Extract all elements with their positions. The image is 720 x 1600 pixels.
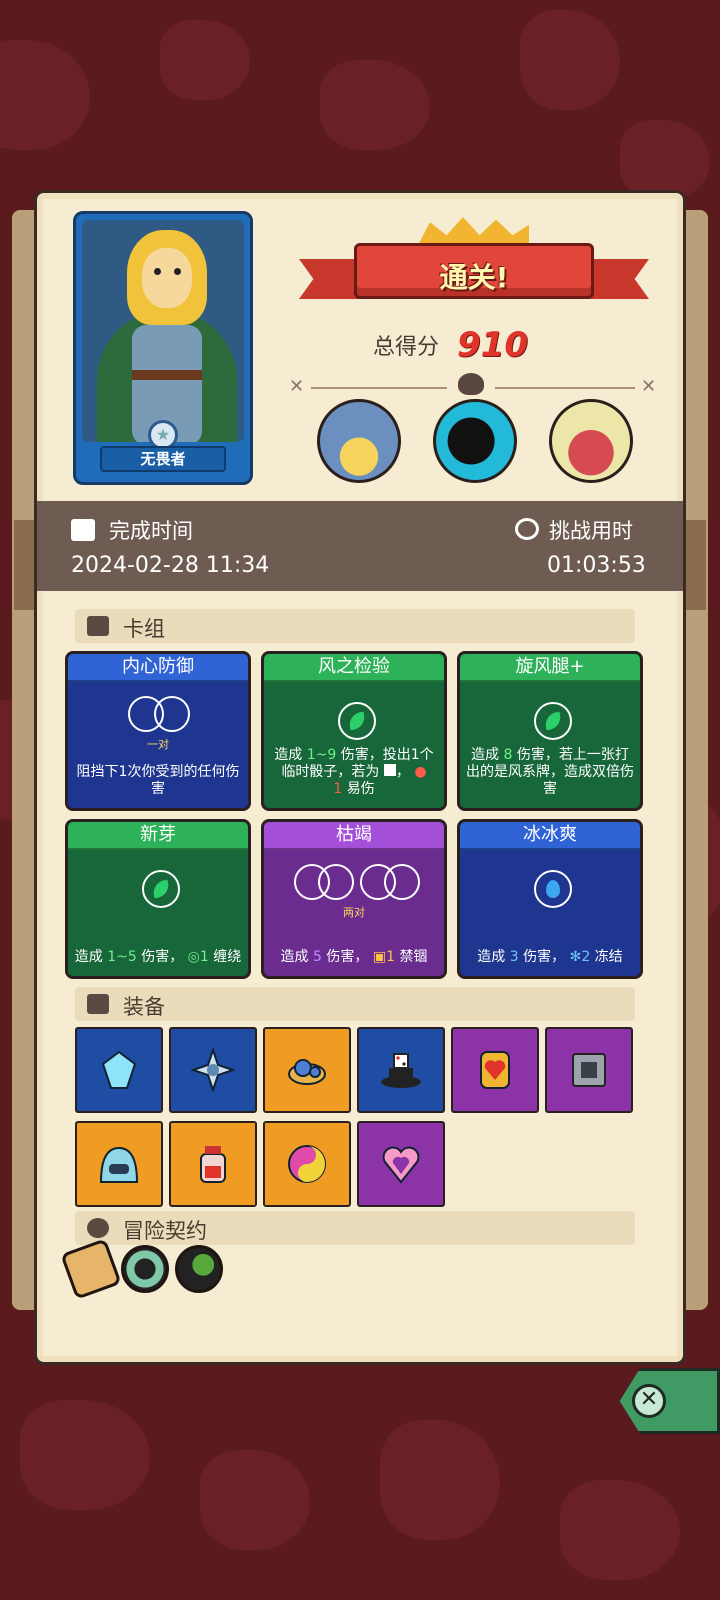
wind-element-icon — [338, 702, 376, 740]
card-description: 造成 8 伤害，若上一张打出的是风系牌，造成双倍伤害 — [466, 747, 634, 797]
result-panel: ★ 无畏者 通关! 总得分 910 ✕ ✕ 完成时间 2024-02-28 11… — [34, 190, 686, 1365]
total-score: 总得分 910 — [373, 325, 528, 365]
cube-trap-icon[interactable] — [545, 1027, 633, 1113]
hero-portrait: ★ 无畏者 — [73, 211, 253, 485]
card-icy-cool[interactable]: 冰冰爽 造成 3 伤害， ✻2 冻结 — [457, 819, 643, 979]
vulnerable-icon: ● — [414, 764, 427, 780]
potion-jar-icon[interactable] — [169, 1121, 257, 1207]
contract-header: 冒险契约 — [75, 1211, 635, 1245]
defeated-boss-3[interactable] — [549, 399, 633, 483]
ice-slime-icon[interactable] — [75, 1121, 163, 1207]
ring-icon — [318, 864, 354, 900]
card-title: 冰冰爽 — [460, 822, 640, 850]
elapsed-time-label: 挑战用时 — [549, 519, 633, 543]
card-title: 风之检验 — [264, 654, 444, 682]
score-value: 910 — [457, 325, 528, 365]
crossed-swords-icon: ✕ — [289, 376, 305, 397]
card-description: 造成 5 伤害， ▣1 禁锢 — [280, 949, 428, 965]
victory-banner: 通关! — [299, 217, 649, 313]
box-icon — [87, 994, 109, 1014]
card-inner-defense[interactable]: 内心防御 一对 阻挡下1次你受到的任何伤害 — [65, 651, 251, 811]
elapsed-time-value: 01:03:53 — [547, 553, 646, 578]
defeated-boss-1[interactable] — [317, 399, 401, 483]
snowflake-icon: ✻ — [569, 949, 582, 965]
ring-contract-icon[interactable] — [121, 1245, 169, 1293]
complete-time-value: 2024-02-28 11:34 — [71, 553, 270, 578]
deck-header: 卡组 — [75, 609, 635, 643]
entangle-icon: ◎ — [187, 949, 200, 965]
skull-icon — [458, 373, 484, 395]
card-title: 旋风腿+ — [460, 654, 640, 682]
card-art-label: 一对 — [147, 738, 169, 751]
lock-icon: ▣ — [372, 949, 387, 965]
deck-title: 卡组 — [123, 617, 165, 641]
card-title: 枯竭 — [264, 822, 444, 850]
card-wind-test[interactable]: 风之检验 造成 1~9 伤害，投出1个临时骰子，若为 ， ● 1 易伤 — [261, 651, 447, 811]
yin-yang-orb-icon[interactable] — [263, 1121, 351, 1207]
hero-name: 无畏者 — [100, 446, 226, 472]
crossed-swords-icon: ✕ — [641, 376, 657, 397]
heart-amulet-icon[interactable] — [357, 1121, 445, 1207]
wind-element-icon — [142, 870, 180, 908]
complete-time-label: 完成时间 — [109, 519, 193, 543]
calendar-icon — [71, 519, 95, 541]
card-sprout[interactable]: 新芽 造成 1~5 伤害， ◎1 缠绕 — [65, 819, 251, 979]
card-description: 造成 3 伤害， ✻2 冻结 — [477, 949, 623, 965]
card-exhaust[interactable]: 枯竭 两对 造成 5 伤害， ▣1 禁锢 — [261, 819, 447, 979]
stopwatch-icon — [515, 518, 539, 540]
card-description: 造成 1~9 伤害，投出1个临时骰子，若为 ， ● 1 易伤 — [274, 747, 434, 797]
card-whirlwind-kick[interactable]: 旋风腿+ 造成 8 伤害，若上一张打出的是风系牌，造成双倍伤害 — [457, 651, 643, 811]
heart-scroll-icon[interactable] — [451, 1027, 539, 1113]
close-icon[interactable]: ✕ — [632, 1384, 666, 1418]
card-art-label: 两对 — [343, 906, 365, 919]
card-title: 新芽 — [68, 822, 248, 850]
magic-hat-dice-icon[interactable] — [357, 1027, 445, 1113]
divider-left — [311, 387, 447, 389]
ring-icon — [384, 864, 420, 900]
person-icon — [87, 1218, 109, 1238]
hero-art — [82, 220, 244, 442]
slime-puddle-icon[interactable] — [263, 1027, 351, 1113]
defeated-boss-2[interactable] — [433, 399, 517, 483]
equipment-header: 装备 — [75, 987, 635, 1021]
crown-icon — [419, 217, 529, 243]
ice-star-icon[interactable] — [169, 1027, 257, 1113]
card-description: 阻挡下1次你受到的任何伤害 — [76, 764, 240, 797]
banner-title: 通关! — [439, 261, 509, 294]
scroll-icon[interactable] — [60, 1238, 122, 1300]
water-element-icon — [534, 870, 572, 908]
card-title: 内心防御 — [68, 654, 248, 682]
card-description: 造成 1~5 伤害， ◎1 缠绕 — [74, 949, 242, 965]
score-label: 总得分 — [373, 335, 440, 360]
dice-icon — [383, 764, 396, 776]
contract-title: 冒险契约 — [123, 1219, 207, 1243]
time-strip: 完成时间 2024-02-28 11:34 挑战用时 01:03:53 — [37, 501, 683, 591]
equipment-title: 装备 — [123, 995, 165, 1019]
cards-icon — [87, 616, 109, 636]
wind-element-icon — [534, 702, 572, 740]
green-creature-icon[interactable] — [175, 1245, 223, 1293]
ring-icon — [154, 696, 190, 732]
divider-right — [495, 387, 635, 389]
crystal-gem-icon[interactable] — [75, 1027, 163, 1113]
